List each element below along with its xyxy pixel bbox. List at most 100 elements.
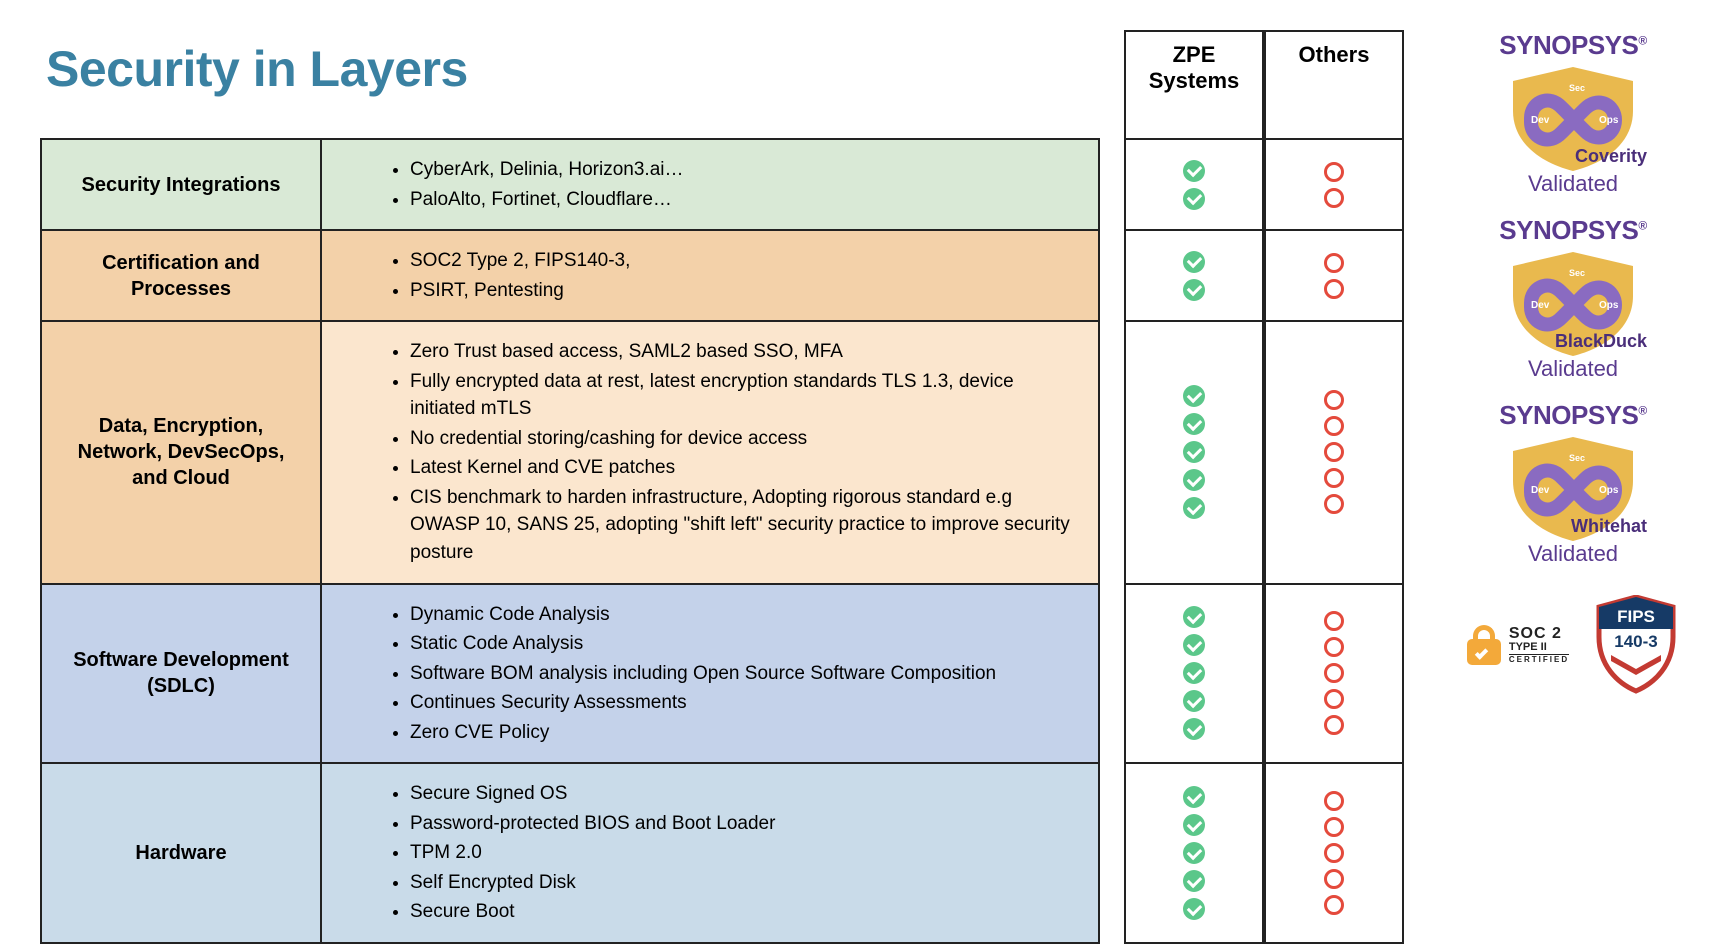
cmp-cell	[1125, 230, 1263, 321]
validated-label: Validated	[1493, 171, 1653, 197]
synopsys-product: BlackDuck	[1555, 331, 1647, 352]
check-icon	[1183, 690, 1205, 712]
check-icon	[1183, 662, 1205, 684]
list-item: Static Code Analysis	[410, 630, 1080, 658]
check-icon	[1183, 606, 1205, 628]
row-label: Hardware	[41, 763, 321, 943]
ring-icon	[1324, 637, 1344, 657]
cmp-cell	[1125, 321, 1263, 583]
ring-icon	[1324, 843, 1344, 863]
check-icon	[1183, 634, 1205, 656]
synopsys-product: Whitehat	[1571, 516, 1647, 537]
lock-icon	[1467, 625, 1501, 665]
svg-text:Ops: Ops	[1599, 485, 1619, 496]
cmp-cell	[1265, 230, 1403, 321]
list-item: Software BOM analysis including Open Sou…	[410, 660, 1080, 688]
cmp-cell	[1265, 763, 1403, 943]
row-body: CyberArk, Delinia, Horizon3.ai…PaloAlto,…	[321, 139, 1099, 230]
check-icon	[1183, 441, 1205, 463]
ring-icon	[1324, 390, 1344, 410]
list-item: Password-protected BIOS and Boot Loader	[410, 810, 1080, 838]
check-icon	[1183, 251, 1205, 273]
synopsys-logo: SYNOPSYS®	[1493, 400, 1653, 431]
svg-text:Sec: Sec	[1569, 83, 1585, 93]
check-icon	[1183, 188, 1205, 210]
cmp-others: Others	[1264, 30, 1404, 944]
ring-icon	[1324, 162, 1344, 182]
check-icon	[1183, 385, 1205, 407]
list-item: Dynamic Code Analysis	[410, 601, 1080, 629]
svg-text:Sec: Sec	[1569, 268, 1585, 278]
cmp-cell	[1265, 321, 1403, 583]
list-item: SOC2 Type 2, FIPS140-3,	[410, 247, 1080, 275]
check-icon	[1183, 718, 1205, 740]
ring-icon	[1324, 611, 1344, 631]
check-icon	[1183, 786, 1205, 808]
ring-icon	[1324, 253, 1344, 273]
ring-icon	[1324, 817, 1344, 837]
check-icon	[1183, 160, 1205, 182]
synopsys-logo: SYNOPSYS®	[1493, 215, 1653, 246]
svg-text:140-3: 140-3	[1614, 632, 1657, 651]
ring-icon	[1324, 494, 1344, 514]
row-body: Dynamic Code AnalysisStatic Code Analysi…	[321, 584, 1099, 764]
row-label: Data, Encryption, Network, DevSecOps, an…	[41, 321, 321, 583]
row-body: Zero Trust based access, SAML2 based SSO…	[321, 321, 1099, 583]
ring-icon	[1324, 869, 1344, 889]
comparison-column: ZPE Systems Others	[1124, 30, 1404, 944]
list-item: No credential storing/cashing for device…	[410, 425, 1080, 453]
ring-icon	[1324, 715, 1344, 735]
ring-icon	[1324, 689, 1344, 709]
check-icon	[1183, 842, 1205, 864]
check-icon	[1183, 870, 1205, 892]
row-body: SOC2 Type 2, FIPS140-3,PSIRT, Pentesting	[321, 230, 1099, 321]
soc2-badge: SOC 2 TYPE II CERTIFIED	[1467, 625, 1569, 665]
soc2-line1: SOC 2	[1509, 626, 1569, 643]
check-icon	[1183, 898, 1205, 920]
ring-icon	[1324, 468, 1344, 488]
table-row: Software Development (SDLC) Dynamic Code…	[41, 584, 1099, 764]
list-item: CyberArk, Delinia, Horizon3.ai…	[410, 156, 1080, 184]
list-item: Fully encrypted data at rest, latest enc…	[410, 368, 1080, 423]
list-item: TPM 2.0	[410, 839, 1080, 867]
svg-text:Dev: Dev	[1531, 485, 1550, 496]
svg-text:Ops: Ops	[1599, 115, 1619, 126]
cmp-cell	[1125, 139, 1263, 230]
svg-text:Ops: Ops	[1599, 300, 1619, 311]
synopsys-badge: SYNOPSYS® Dev Sec Ops Coverity Validated	[1493, 30, 1653, 197]
cmp-cell	[1265, 139, 1403, 230]
list-item: PaloAlto, Fortinet, Cloudflare…	[410, 186, 1080, 214]
cmp-zpe: ZPE Systems	[1124, 30, 1264, 944]
table-row: Security Integrations CyberArk, Delinia,…	[41, 139, 1099, 230]
row-label: Certification and Processes	[41, 230, 321, 321]
row-body: Secure Signed OSPassword-protected BIOS …	[321, 763, 1099, 943]
list-item: Secure Boot	[410, 898, 1080, 926]
list-item: Self Encrypted Disk	[410, 869, 1080, 897]
page-title: Security in Layers	[46, 40, 1100, 98]
check-icon	[1183, 413, 1205, 435]
svg-text:Sec: Sec	[1569, 453, 1585, 463]
cert-row: SOC 2 TYPE II CERTIFIED FIPS 140-3	[1467, 595, 1679, 695]
cmp-header-others: Others	[1265, 31, 1403, 139]
validated-label: Validated	[1493, 356, 1653, 382]
table-row: Hardware Secure Signed OSPassword-protec…	[41, 763, 1099, 943]
list-item: Zero CVE Policy	[410, 719, 1080, 747]
synopsys-badge: SYNOPSYS® Dev Sec Ops Whitehat Validated	[1493, 400, 1653, 567]
cmp-cell	[1125, 584, 1263, 764]
soc2-line2: TYPE II	[1509, 642, 1569, 654]
check-icon	[1183, 497, 1205, 519]
main-column: Security in Layers Security Integrations…	[40, 30, 1100, 944]
list-item: PSIRT, Pentesting	[410, 277, 1080, 305]
cmp-cell	[1125, 763, 1263, 943]
features-table: Security Integrations CyberArk, Delinia,…	[40, 138, 1100, 944]
synopsys-badge: SYNOPSYS® Dev Sec Ops BlackDuck Validate…	[1493, 215, 1653, 382]
list-item: Latest Kernel and CVE patches	[410, 454, 1080, 482]
ring-icon	[1324, 279, 1344, 299]
soc2-line3: CERTIFIED	[1509, 654, 1569, 664]
synopsys-logo: SYNOPSYS®	[1493, 30, 1653, 61]
list-item: CIS benchmark to harden infrastructure, …	[410, 484, 1080, 567]
list-item: Zero Trust based access, SAML2 based SSO…	[410, 338, 1080, 366]
cmp-cell	[1265, 584, 1403, 764]
validated-label: Validated	[1493, 541, 1653, 567]
ring-icon	[1324, 416, 1344, 436]
